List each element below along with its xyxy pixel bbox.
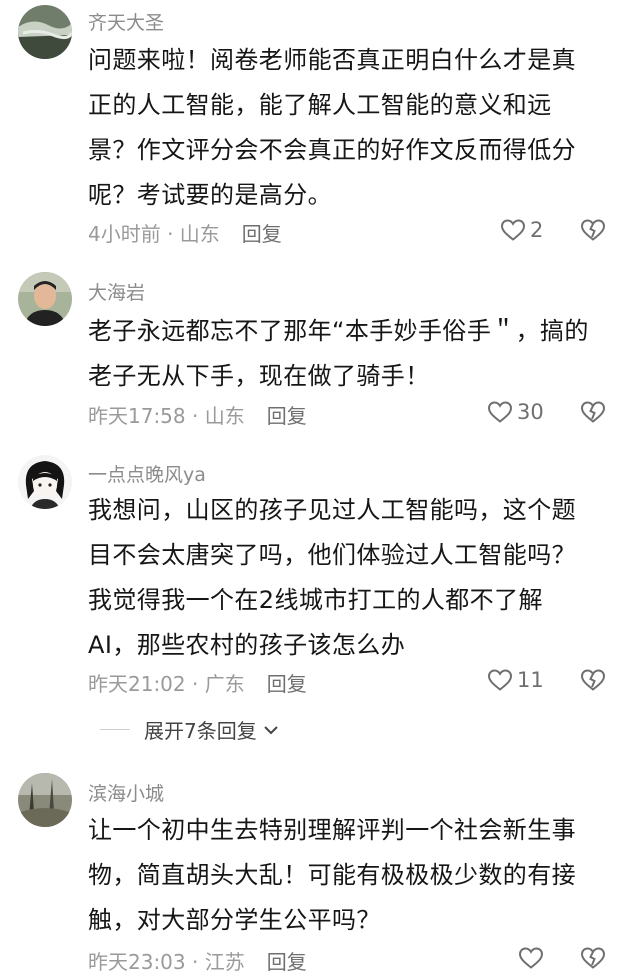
divider-line bbox=[100, 729, 130, 730]
expand-replies-label: 展开7条回复 bbox=[144, 719, 257, 743]
reply-button[interactable]: 回复 bbox=[267, 404, 307, 428]
avatar[interactable] bbox=[18, 773, 72, 827]
time-location: 昨天21:02 · 广东 bbox=[88, 672, 245, 696]
comment-text: 让一个初中生去特别理解评判一个社会新生事 物，简直胡头大乱！可能有极极极少数的有… bbox=[88, 816, 576, 934]
heart-icon bbox=[518, 947, 544, 969]
comment-meta: 昨天23:03 · 江苏 回复 bbox=[88, 946, 307, 975]
comment-text: 我想问，山区的孩子见过人工智能吗，这个题 目不会太唐突了吗，他们体验过人工智能吗… bbox=[88, 496, 576, 659]
like-button[interactable]: 11 bbox=[487, 668, 544, 692]
broken-heart-icon bbox=[580, 219, 606, 241]
avatar[interactable] bbox=[18, 272, 72, 326]
time-location: 昨天17:58 · 山东 bbox=[88, 404, 245, 428]
username[interactable]: 齐天大圣 bbox=[88, 8, 164, 35]
like-count: 11 bbox=[517, 668, 544, 692]
comment-meta: 4小时前 · 山东 回复 bbox=[88, 218, 282, 247]
broken-heart-icon bbox=[580, 669, 606, 691]
time-location: 4小时前 · 山东 bbox=[88, 222, 220, 246]
heart-icon bbox=[487, 401, 513, 423]
dislike-button[interactable] bbox=[580, 946, 606, 974]
username[interactable]: 一点点晚风ya bbox=[88, 460, 206, 487]
avatar[interactable] bbox=[18, 5, 72, 59]
username[interactable]: 滨海小城 bbox=[88, 779, 164, 806]
time-location: 昨天23:03 · 江苏 bbox=[88, 950, 245, 974]
like-count: 30 bbox=[517, 400, 544, 424]
like-button[interactable]: 30 bbox=[487, 400, 544, 424]
heart-icon bbox=[500, 219, 526, 241]
dislike-button[interactable] bbox=[580, 218, 606, 246]
comment-text: 问题来啦！阅卷老师能否真正明白什么才是真 正的人工智能，能了解人工智能的意义和远… bbox=[88, 46, 576, 209]
username[interactable]: 大海岩 bbox=[88, 278, 145, 305]
reply-button[interactable]: 回复 bbox=[242, 222, 282, 246]
broken-heart-icon bbox=[580, 947, 606, 969]
comment-text: 老子永远都忘不了那年“本手妙手俗手＂，搞的 老子无从下手，现在做了骑手！ bbox=[88, 317, 589, 390]
expand-replies-button[interactable]: 展开7条回复 bbox=[100, 715, 279, 744]
like-button[interactable]: 2 bbox=[500, 218, 543, 242]
reply-button[interactable]: 回复 bbox=[267, 950, 307, 974]
comment-meta: 昨天21:02 · 广东 回复 bbox=[88, 668, 307, 697]
broken-heart-icon bbox=[580, 401, 606, 423]
avatar[interactable] bbox=[18, 455, 72, 509]
like-count: 2 bbox=[530, 218, 544, 242]
heart-icon bbox=[487, 669, 513, 691]
reply-button[interactable]: 回复 bbox=[267, 672, 307, 696]
chevron-down-icon bbox=[264, 725, 278, 734]
dislike-button[interactable] bbox=[580, 668, 606, 696]
like-button[interactable] bbox=[518, 946, 548, 970]
dislike-button[interactable] bbox=[580, 400, 606, 428]
comment-meta: 昨天17:58 · 山东 回复 bbox=[88, 400, 307, 429]
